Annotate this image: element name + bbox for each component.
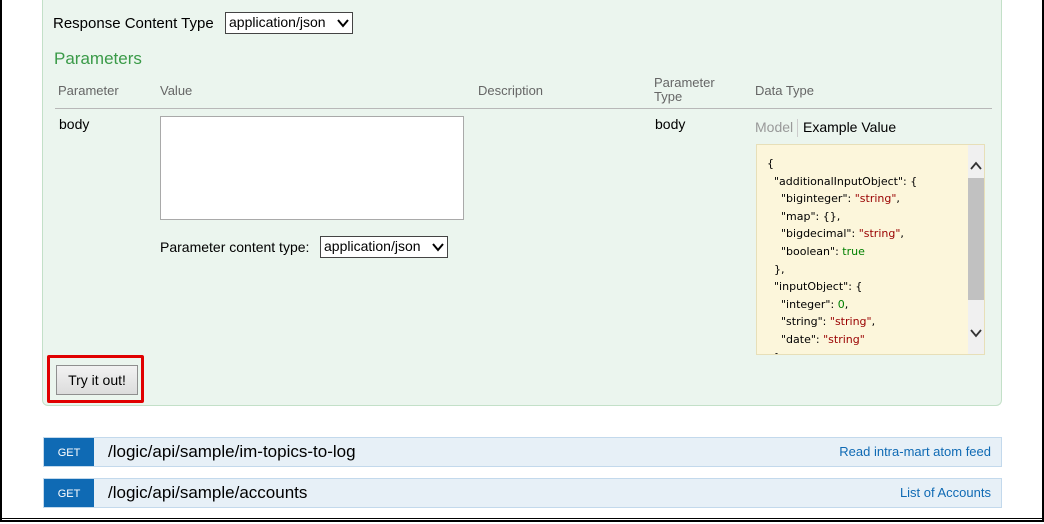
code-token: "bigdecimal": (767, 227, 859, 241)
code-line: "boolean": true (767, 243, 917, 261)
tab-example-value[interactable]: Example Value (803, 119, 896, 135)
code-token: "integer": (767, 297, 838, 311)
code-line: "inputObject": { (767, 278, 917, 296)
parameter-content-type-select[interactable]: application/json (320, 236, 448, 258)
code-token: "string" (823, 332, 865, 346)
code-token: , (896, 192, 900, 206)
code-token: "inputObject": { (767, 280, 863, 294)
code-line: "string": "string", (767, 313, 917, 331)
header-divider (55, 108, 992, 109)
response-content-type-label: Response Content Type (53, 15, 214, 32)
code-line: } (767, 349, 917, 354)
code-token: "string" (829, 315, 872, 329)
endpoint-path[interactable]: /logic/api/sample/accounts (108, 483, 307, 503)
header-parameter-type: Parameter Type (654, 76, 715, 104)
response-content-type-select[interactable]: application/json (225, 12, 353, 34)
chevron-down-icon (432, 243, 444, 252)
code-line: "map": {}, (767, 208, 917, 226)
example-value-box[interactable]: { "additionalInputObject": { "biginteger… (756, 144, 985, 355)
parameter-content-type-value: application/json (324, 238, 421, 254)
code-token: , (871, 315, 876, 329)
scroll-up-icon[interactable] (970, 161, 982, 171)
code-line: }, (767, 261, 917, 279)
code-token: , (844, 297, 849, 311)
code-line: "date": "string" (767, 331, 917, 349)
header-description: Description (478, 83, 544, 98)
example-json-code: { "additionalInputObject": { "biginteger… (767, 155, 917, 354)
scrollbar-thumb[interactable] (968, 178, 984, 300)
response-content-type-value: application/json (229, 14, 326, 30)
code-line: "bigdecimal": "string", (767, 225, 917, 243)
try-it-out-button[interactable]: Try it out! (56, 365, 138, 395)
chevron-down-icon (337, 19, 349, 28)
body-value-textarea[interactable] (160, 116, 464, 220)
bottom-border (0, 518, 1044, 519)
method-badge[interactable]: GET (44, 479, 94, 507)
endpoint-row[interactable]: GET /logic/api/sample/im-topics-to-log R… (43, 437, 1002, 467)
code-line: "additionalInputObject": { (767, 173, 917, 191)
code-token: "biginteger": (767, 192, 855, 206)
header-parameter: Parameter (58, 83, 119, 98)
header-parameter-type-line1: Parameter (654, 75, 715, 90)
try-it-out-highlight: Try it out! (47, 355, 144, 403)
parameter-content-type-label: Parameter content type: (160, 239, 310, 255)
code-token: 0 (837, 297, 845, 311)
example-scrollbar[interactable] (968, 145, 984, 354)
method-badge[interactable]: GET (44, 438, 94, 466)
code-token: "boolean": (767, 244, 843, 258)
tab-model[interactable]: Model (755, 119, 793, 135)
param-name: body (59, 116, 90, 132)
endpoint-summary[interactable]: Read intra-mart atom feed (839, 444, 991, 459)
header-value: Value (160, 83, 193, 98)
code-token: "date": (767, 332, 824, 346)
tab-separator (797, 119, 798, 137)
code-token: , (900, 227, 904, 241)
code-token: true (842, 244, 865, 258)
endpoint-path[interactable]: /logic/api/sample/im-topics-to-log (108, 442, 356, 462)
code-token: "additionalInputObject": { (767, 174, 918, 188)
scroll-down-icon[interactable] (970, 328, 982, 338)
code-token: "string" (858, 227, 901, 241)
header-parameter-type-line2: Type (654, 89, 683, 104)
endpoint-summary[interactable]: List of Accounts (900, 485, 991, 500)
code-token: } (767, 351, 781, 354)
code-token: { (767, 157, 774, 170)
code-line: "integer": 0, (767, 296, 917, 314)
code-line: { (767, 155, 917, 173)
endpoint-row[interactable]: GET /logic/api/sample/accounts List of A… (43, 478, 1002, 508)
code-line: "biginteger": "string", (767, 190, 917, 208)
code-token: "map": {}, (767, 209, 841, 223)
param-type: body (655, 116, 686, 132)
parameters-title: Parameters (54, 49, 142, 68)
code-token: "string": (767, 315, 830, 329)
code-token: "string" (854, 192, 897, 206)
code-token: }, (767, 262, 785, 276)
header-data-type: Data Type (755, 83, 815, 98)
